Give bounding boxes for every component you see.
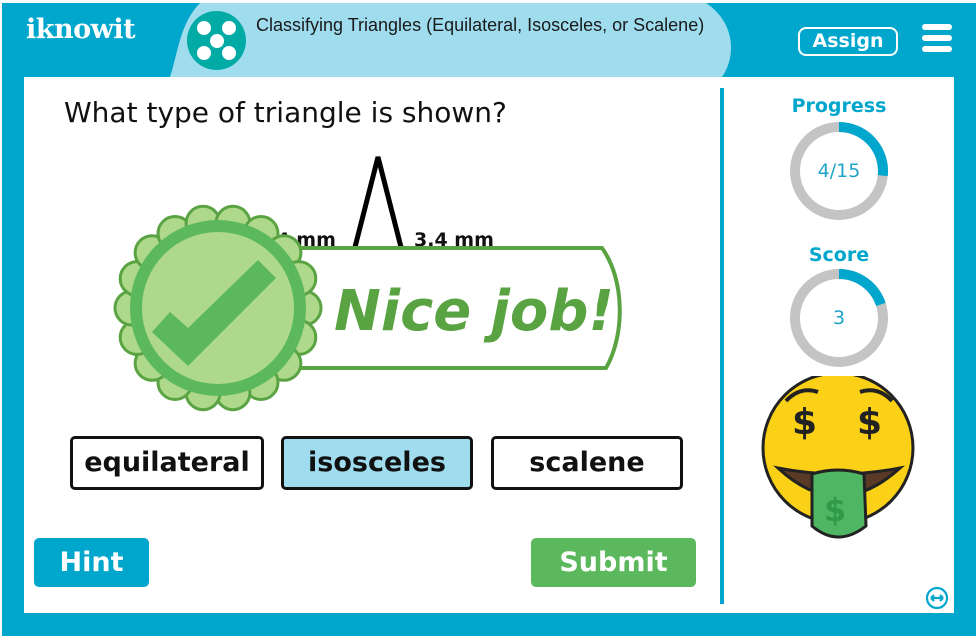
option-equilateral[interactable]: equilateral [70, 436, 264, 490]
svg-text:$: $ [792, 402, 817, 443]
score-value: 3 [832, 307, 846, 329]
checkmark-badge-icon [113, 204, 323, 412]
nice-job-text: Nice job! [334, 279, 614, 344]
svg-text:$: $ [824, 491, 846, 529]
money-face-emoji-icon: $ $ $ [761, 376, 915, 539]
progress-value: 4/15 [817, 160, 861, 182]
expand-arrows-icon[interactable] [925, 586, 949, 610]
hint-button[interactable]: Hint [34, 538, 149, 587]
score-label: Score [808, 244, 870, 266]
option-isosceles[interactable]: isosceles [281, 436, 473, 490]
score-ring-fill [838, 269, 886, 307]
svg-text:$: $ [857, 402, 882, 443]
progress-label: Progress [791, 95, 887, 117]
option-scalene[interactable]: scalene [491, 436, 683, 490]
submit-button[interactable]: Submit [531, 538, 696, 587]
